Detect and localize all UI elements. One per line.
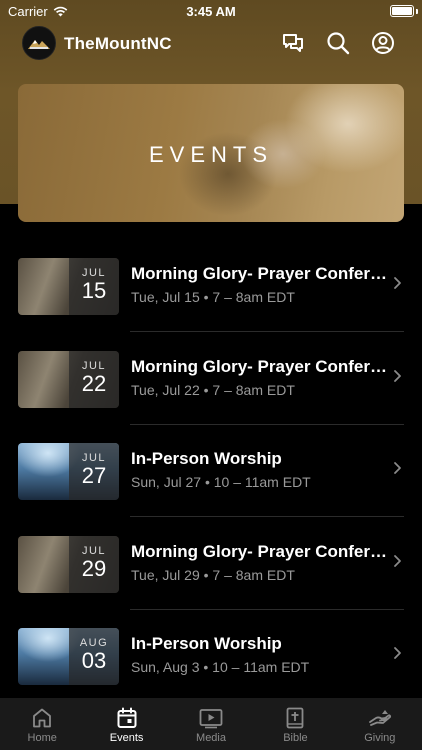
event-month: JUL bbox=[81, 359, 107, 372]
date-badge: JUL 27 bbox=[69, 443, 119, 500]
date-badge: JUL 29 bbox=[69, 535, 119, 593]
event-title: Morning Glory- Prayer Conference Call bbox=[131, 356, 393, 376]
app-name: TheMountNC bbox=[64, 34, 172, 53]
event-thumbnail: JUL 27 bbox=[18, 443, 119, 500]
chevron-right-icon bbox=[394, 277, 401, 289]
chevron-right-icon bbox=[394, 462, 401, 474]
tab-label-bible: Bible bbox=[283, 732, 308, 744]
status-time: 3:45 AM bbox=[186, 4, 236, 19]
event-datetime: Sun, Aug 3 • 10 – 11am EDT bbox=[131, 659, 310, 675]
bible-icon bbox=[287, 707, 304, 729]
event-row[interactable]: JUL15 Morning Glory- Prayer Conference Ca… bbox=[0, 240, 422, 332]
search-icon[interactable] bbox=[325, 30, 351, 56]
battery-icon bbox=[390, 5, 414, 17]
tab-media[interactable]: Media bbox=[169, 698, 253, 750]
event-row[interactable]: AUG 03 In-Person Worship Sun, Aug 3 • 10 – … bbox=[0, 610, 422, 702]
event-row[interactable]: JUL22 Morning Glory- Prayer Conference Ca… bbox=[0, 333, 422, 425]
event-title: In-Person Worship bbox=[131, 449, 282, 468]
tab-label-events: Events bbox=[109, 732, 144, 744]
tab-label-media: Media bbox=[196, 732, 226, 744]
event-title: In-Person Worship bbox=[131, 634, 282, 653]
play-video-icon bbox=[199, 709, 223, 729]
tab-events[interactable]: Events bbox=[84, 698, 168, 750]
events-banner: EVENTS bbox=[18, 84, 404, 222]
status-bar: Carrier 3:45 AM bbox=[0, 0, 422, 22]
event-thumbnail: JUL 15 bbox=[18, 258, 119, 315]
chat-bubbles-icon[interactable] bbox=[280, 30, 306, 56]
event-row[interactable]: JUL29 Morning Glory- Prayer Conference Ca… bbox=[0, 518, 422, 610]
app-header: TheMountNC bbox=[0, 24, 422, 64]
event-title: Morning Glory- Prayer Conference Call bbox=[131, 264, 393, 283]
event-day: 29 bbox=[81, 555, 107, 581]
tab-home[interactable]: Home bbox=[0, 698, 84, 750]
event-row[interactable]: JUL 27 In-Person Worship Sun, Jul 27 • 10 –… bbox=[0, 425, 422, 517]
chevron-right-icon bbox=[394, 647, 401, 659]
event-day: 22 bbox=[81, 370, 107, 396]
date-badge: AUG 03 bbox=[69, 628, 119, 685]
event-title: Morning Glory- Prayer Conference Call bbox=[131, 541, 393, 561]
event-datetime: Sun, Jul 27 • 10 – 11am EDT bbox=[131, 474, 311, 490]
banner-title: EVENTS bbox=[148, 142, 274, 167]
home-icon bbox=[33, 708, 52, 728]
tab-label-home: Home bbox=[27, 732, 57, 744]
event-datetime: Tue, Jul 29 • 7 – 8am EDT bbox=[131, 566, 295, 583]
church-logo[interactable] bbox=[22, 26, 56, 60]
event-day: 27 bbox=[81, 463, 107, 488]
calendar-icon bbox=[117, 707, 137, 728]
chevron-right-icon bbox=[394, 554, 401, 567]
event-day: 15 bbox=[81, 278, 107, 303]
event-datetime: Tue, Jul 22 • 7 – 8am EDT bbox=[131, 381, 295, 398]
giving-hand-icon bbox=[368, 710, 391, 726]
account-icon[interactable] bbox=[370, 30, 396, 56]
tab-bible[interactable]: Bible bbox=[253, 698, 337, 750]
event-datetime: Tue, Jul 15 • 7 – 8am EDT bbox=[131, 289, 295, 305]
event-thumbnail: JUL 29 bbox=[18, 535, 119, 593]
mountain-logo-icon bbox=[28, 40, 50, 49]
chevron-right-icon bbox=[394, 369, 401, 382]
tab-label-giving: Giving bbox=[364, 732, 396, 744]
event-month: JUL bbox=[81, 544, 107, 557]
tab-bar: Home Events Media Bible Giving bbox=[0, 698, 422, 750]
event-thumbnail: JUL 22 bbox=[18, 350, 119, 408]
date-badge: JUL 15 bbox=[69, 258, 119, 315]
event-thumbnail: AUG 03 bbox=[18, 628, 119, 685]
date-badge: JUL 22 bbox=[69, 350, 119, 408]
event-day: 03 bbox=[81, 648, 107, 673]
tab-giving[interactable]: Giving bbox=[338, 698, 422, 750]
battery-tip bbox=[416, 9, 418, 14]
